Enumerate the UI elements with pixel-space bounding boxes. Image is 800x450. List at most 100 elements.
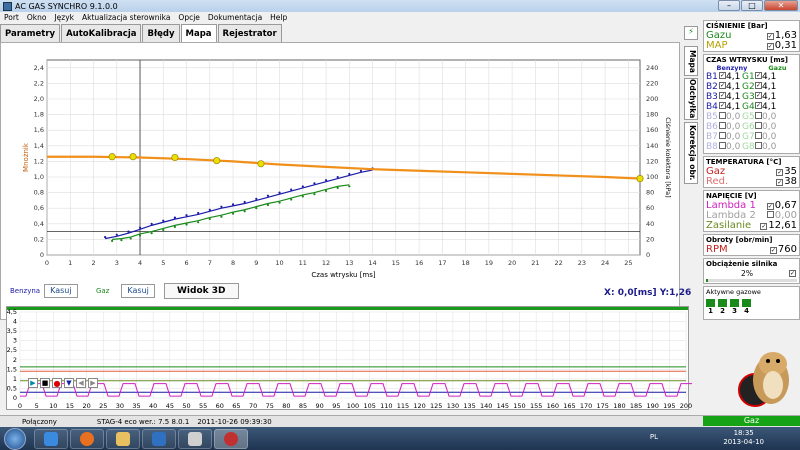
x-tick-label: 0 — [45, 259, 49, 267]
map-checkbox[interactable]: ✓ — [766, 42, 774, 50]
menu-dokumentacja[interactable]: Dokumentacja — [204, 13, 266, 22]
maximize-button[interactable]: □ — [741, 0, 763, 11]
x-tick-label: 65 — [232, 402, 240, 410]
y-tick-label: 0,4 — [34, 220, 44, 228]
record-icon[interactable]: ● — [52, 378, 62, 388]
tab-bledy[interactable]: Błędy — [142, 24, 180, 42]
zasilanie-label: Zasilanie — [706, 219, 752, 231]
taskbar-media-icon[interactable] — [178, 428, 212, 449]
forward-icon[interactable]: ▶ — [88, 378, 98, 388]
taskbar-app-icon[interactable] — [142, 428, 176, 449]
taskbar-folder-icon[interactable] — [106, 428, 140, 449]
injector-g-checkbox[interactable] — [755, 132, 762, 139]
rpm-checkbox[interactable]: ✓ — [769, 246, 777, 254]
obciazenie-checkbox[interactable]: ✓ — [789, 269, 796, 277]
menu-aktualizacja[interactable]: Aktualizacja sterownika — [78, 13, 174, 22]
menu-jezyk[interactable]: Język — [50, 13, 78, 22]
x-tick-label: 155 — [530, 402, 542, 410]
close-button[interactable]: ✕ — [764, 0, 798, 11]
map-chart[interactable]: 0 1 2 3 4 5 6 7 8 9 10 11 12 13 14 15 16 17 18 19 20 21 22 23 24… — [0, 42, 680, 282]
menu-opcje[interactable]: Opcje — [174, 13, 204, 22]
tab-rejestrator[interactable]: Rejestrator — [217, 24, 282, 42]
tab-parametry[interactable]: Parametry — [0, 24, 61, 42]
data-point — [138, 226, 142, 229]
menu-port[interactable]: Port — [0, 13, 23, 22]
minimize-button[interactable]: – — [718, 0, 740, 11]
temp-gaz-checkbox[interactable]: ✓ — [776, 168, 784, 176]
x-tick-label: 20 — [82, 402, 90, 410]
injector-g-checkbox[interactable]: ✓ — [755, 72, 762, 79]
language-indicator[interactable]: PL — [650, 433, 658, 441]
cursor-coords: X: 0,0[ms] Y:1,26 — [604, 288, 691, 298]
taskbar-ie-icon[interactable] — [34, 428, 68, 449]
x-tick-label: 130 — [447, 402, 459, 410]
injector-b-checkbox[interactable] — [719, 142, 726, 149]
stop-icon[interactable]: ■ — [40, 378, 50, 388]
injector-b-checkbox[interactable]: ✓ — [719, 92, 726, 99]
vtab-odchylka[interactable]: Odchyłka — [684, 78, 698, 120]
active-injector[interactable]: 4 — [742, 299, 751, 315]
lambda2-checkbox[interactable] — [766, 210, 774, 218]
tab-mapa[interactable]: Mapa — [180, 24, 217, 42]
active-injector[interactable]: 1 — [706, 299, 715, 315]
injector-g-checkbox[interactable] — [755, 142, 762, 149]
injector-g-label: G5 — [742, 112, 755, 122]
injector-b-checkbox[interactable] — [719, 122, 726, 129]
switch-icon[interactable]: ⚡ — [684, 26, 698, 40]
active-injector[interactable]: 3 — [730, 299, 739, 315]
device-info: STAG-4 eco wer.: 7.5 8.0.1 — [96, 417, 190, 426]
injector-icon — [718, 299, 727, 307]
widok-3d-button[interactable]: Widok 3D — [164, 283, 239, 299]
clock[interactable]: 18:35 2013-04-10 — [723, 429, 764, 447]
back-icon[interactable]: ◀ — [76, 378, 86, 388]
injector-b-checkbox[interactable]: ✓ — [719, 72, 726, 79]
y2-tick-label: 180 — [646, 111, 658, 119]
vtab-mapa[interactable]: Mapa — [684, 46, 698, 76]
active-injector[interactable]: 2 — [718, 299, 727, 315]
taskbar-acgas-icon[interactable] — [214, 428, 248, 449]
menu-okno[interactable]: Okno — [23, 13, 51, 22]
recorder-controls: ▶ ■ ● ▼ ◀ ▶ — [28, 378, 98, 388]
injector-b-value: 4,1 — [726, 92, 741, 102]
zasilanie-checkbox[interactable]: ✓ — [760, 222, 768, 230]
data-point — [220, 215, 223, 218]
data-point — [255, 197, 258, 200]
x-tick-label: 90 — [316, 402, 324, 410]
marker-point — [108, 153, 116, 161]
download-icon[interactable]: ▼ — [64, 378, 74, 388]
kasuj-benzyna-button[interactable]: Kasuj — [44, 284, 78, 298]
data-point — [197, 221, 200, 224]
menu-help[interactable]: Help — [266, 13, 291, 22]
injector-g-checkbox[interactable]: ✓ — [755, 102, 762, 109]
kasuj-gaz-button[interactable]: Kasuj — [121, 284, 155, 298]
injector-g-checkbox[interactable] — [755, 122, 762, 129]
data-point — [324, 179, 328, 182]
tab-autokalibracja[interactable]: AutoKalibracja — [61, 24, 142, 42]
data-point — [220, 205, 223, 208]
taskbar-firefox-icon[interactable] — [70, 428, 104, 449]
clock-date: 2013-04-10 — [723, 438, 764, 446]
lambda1-checkbox[interactable]: ✓ — [766, 202, 774, 210]
x-tick-label: 35 — [132, 402, 140, 410]
data-point — [348, 185, 351, 188]
play-icon[interactable]: ▶ — [28, 378, 38, 388]
data-point — [185, 223, 188, 226]
temp-red-checkbox[interactable]: ✓ — [776, 178, 784, 186]
injector-g-checkbox[interactable]: ✓ — [755, 82, 762, 89]
y2-tick-label: 100 — [646, 173, 658, 181]
data-point — [243, 200, 246, 204]
gazu-checkbox[interactable]: ✓ — [766, 32, 774, 40]
czas-title: CZAS WTRYSKU [ms] — [706, 56, 789, 64]
x-tick-label: 11 — [299, 259, 307, 267]
injector-b-checkbox[interactable]: ✓ — [719, 102, 726, 109]
vtab-korekcja[interactable]: Korekcja obr. — [684, 122, 698, 184]
start-button[interactable] — [4, 427, 26, 450]
data-point — [120, 239, 123, 242]
injector-grid: B1 ✓ 4,1 G1 ✓ 4,1 B2 ✓ 4,1 G2 ✓ 4,1 B3 ✓ 4,1 G3 ✓ 4,1 B4 ✓ 4… — [706, 72, 797, 152]
injector-g-checkbox[interactable] — [755, 112, 762, 119]
y-label: Y: — [659, 288, 670, 298]
injector-b-checkbox[interactable] — [719, 132, 726, 139]
injector-g-checkbox[interactable]: ✓ — [755, 92, 762, 99]
injector-b-checkbox[interactable]: ✓ — [719, 82, 726, 89]
injector-b-checkbox[interactable] — [719, 112, 726, 119]
